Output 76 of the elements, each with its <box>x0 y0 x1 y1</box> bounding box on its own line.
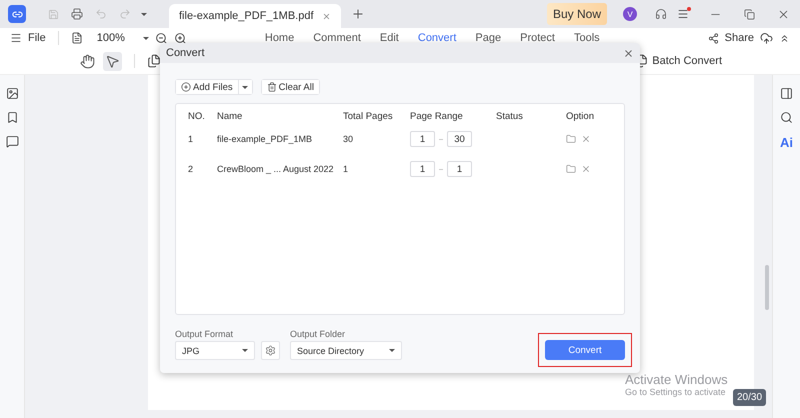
folder-icon[interactable] <box>566 134 576 144</box>
ribbon-tab[interactable]: Page <box>475 32 502 44</box>
activation-text: Go to Settings to activate <box>625 387 727 397</box>
table-cell-text: file-example_PDF_1MB <box>217 133 314 146</box>
range-start-field[interactable]: 1 <box>410 161 435 177</box>
ribbon-tab[interactable]: Comment <box>313 32 361 44</box>
close-icon[interactable] <box>322 12 331 20</box>
new-tab-icon[interactable] <box>350 7 365 21</box>
folder-icon[interactable] <box>566 164 576 174</box>
user-avatar[interactable]: V <box>623 7 637 21</box>
remove-icon[interactable] <box>581 134 591 144</box>
share-button[interactable]: Share <box>724 32 754 44</box>
search-icon[interactable] <box>780 111 793 124</box>
headset-icon[interactable] <box>655 8 667 20</box>
document-tab[interactable]: file-example_PDF_1MB.pdf <box>169 4 341 28</box>
trash-icon <box>266 82 277 92</box>
range-end-field[interactable]: 1 <box>447 161 472 177</box>
column-header: Total Pages <box>343 110 394 124</box>
table-cell-text: 30 <box>343 133 354 146</box>
zoom-out-icon[interactable] <box>154 32 168 44</box>
printer-icon[interactable] <box>71 8 83 20</box>
cloud-icon[interactable] <box>760 32 773 44</box>
column-header: Page Range <box>410 110 464 124</box>
field-label: Output Folder <box>290 329 346 339</box>
column-header: Option <box>566 110 595 124</box>
panel-icon[interactable] <box>780 87 793 100</box>
caret-icon[interactable] <box>142 36 149 40</box>
app-logo[interactable] <box>8 5 26 23</box>
hand-icon[interactable] <box>80 54 95 68</box>
plus-circle-icon <box>181 82 191 92</box>
ai-assistant-button[interactable]: Ai <box>780 135 793 150</box>
close-icon[interactable] <box>623 48 634 58</box>
table-cell-text: 2 <box>188 163 194 176</box>
zoom-level[interactable]: 100% <box>96 32 125 44</box>
notification-dot <box>687 7 691 11</box>
table-cell-text: 1 <box>188 133 194 146</box>
cursor-icon[interactable] <box>105 54 120 68</box>
page-icon[interactable] <box>70 32 83 44</box>
field-label: Output Format <box>175 329 234 339</box>
convert-button[interactable]: Convert <box>545 340 625 360</box>
folder-select[interactable]: Source Directory <box>290 341 402 360</box>
range-start-field[interactable]: 1 <box>410 131 435 147</box>
menu-icon[interactable] <box>677 8 689 20</box>
activation-title: Activate Windows <box>625 372 728 387</box>
ribbon-tab[interactable]: Edit <box>380 32 399 44</box>
bookmark-icon[interactable] <box>6 111 18 124</box>
image-icon[interactable] <box>6 87 18 100</box>
column-header: Name <box>217 110 244 124</box>
comment-icon[interactable] <box>6 135 18 148</box>
range-end-field[interactable]: 30 <box>447 131 472 147</box>
collapse-icon[interactable] <box>779 32 790 44</box>
restore-icon[interactable] <box>744 8 755 20</box>
table-cell-text: CrewBloom _ ... August 2022 <box>217 163 335 176</box>
zoom-in-icon[interactable] <box>174 32 187 44</box>
buy-now-button[interactable]: Buy Now <box>546 3 607 25</box>
table-cell-text: 1 <box>343 163 350 176</box>
clear-all-button[interactable]: Clear All <box>262 80 319 94</box>
ribbon-tab[interactable]: Home <box>264 32 294 44</box>
dialog-title: Convert <box>166 47 205 59</box>
copy-icon[interactable] <box>147 54 161 68</box>
gear-icon <box>265 345 276 356</box>
settings-button[interactable] <box>261 341 280 360</box>
column-header: Status <box>496 110 524 124</box>
remove-icon[interactable] <box>581 164 591 174</box>
column-header: NO. <box>188 110 206 124</box>
add-files-dropdown[interactable] <box>238 80 252 94</box>
file-menu[interactable]: File <box>28 32 46 44</box>
ribbon-tab[interactable]: Tools <box>574 32 600 44</box>
page-counter: 20/30 <box>733 389 766 406</box>
ribbon-tab[interactable]: Protect <box>520 32 555 44</box>
scroll-thumb[interactable] <box>765 265 769 310</box>
menu-icon[interactable] <box>10 32 22 44</box>
ribbon-tab[interactable]: Convert <box>418 32 456 44</box>
share-icon[interactable] <box>708 32 719 44</box>
caret-icon[interactable] <box>141 12 147 16</box>
format-select[interactable]: JPG <box>175 341 255 360</box>
